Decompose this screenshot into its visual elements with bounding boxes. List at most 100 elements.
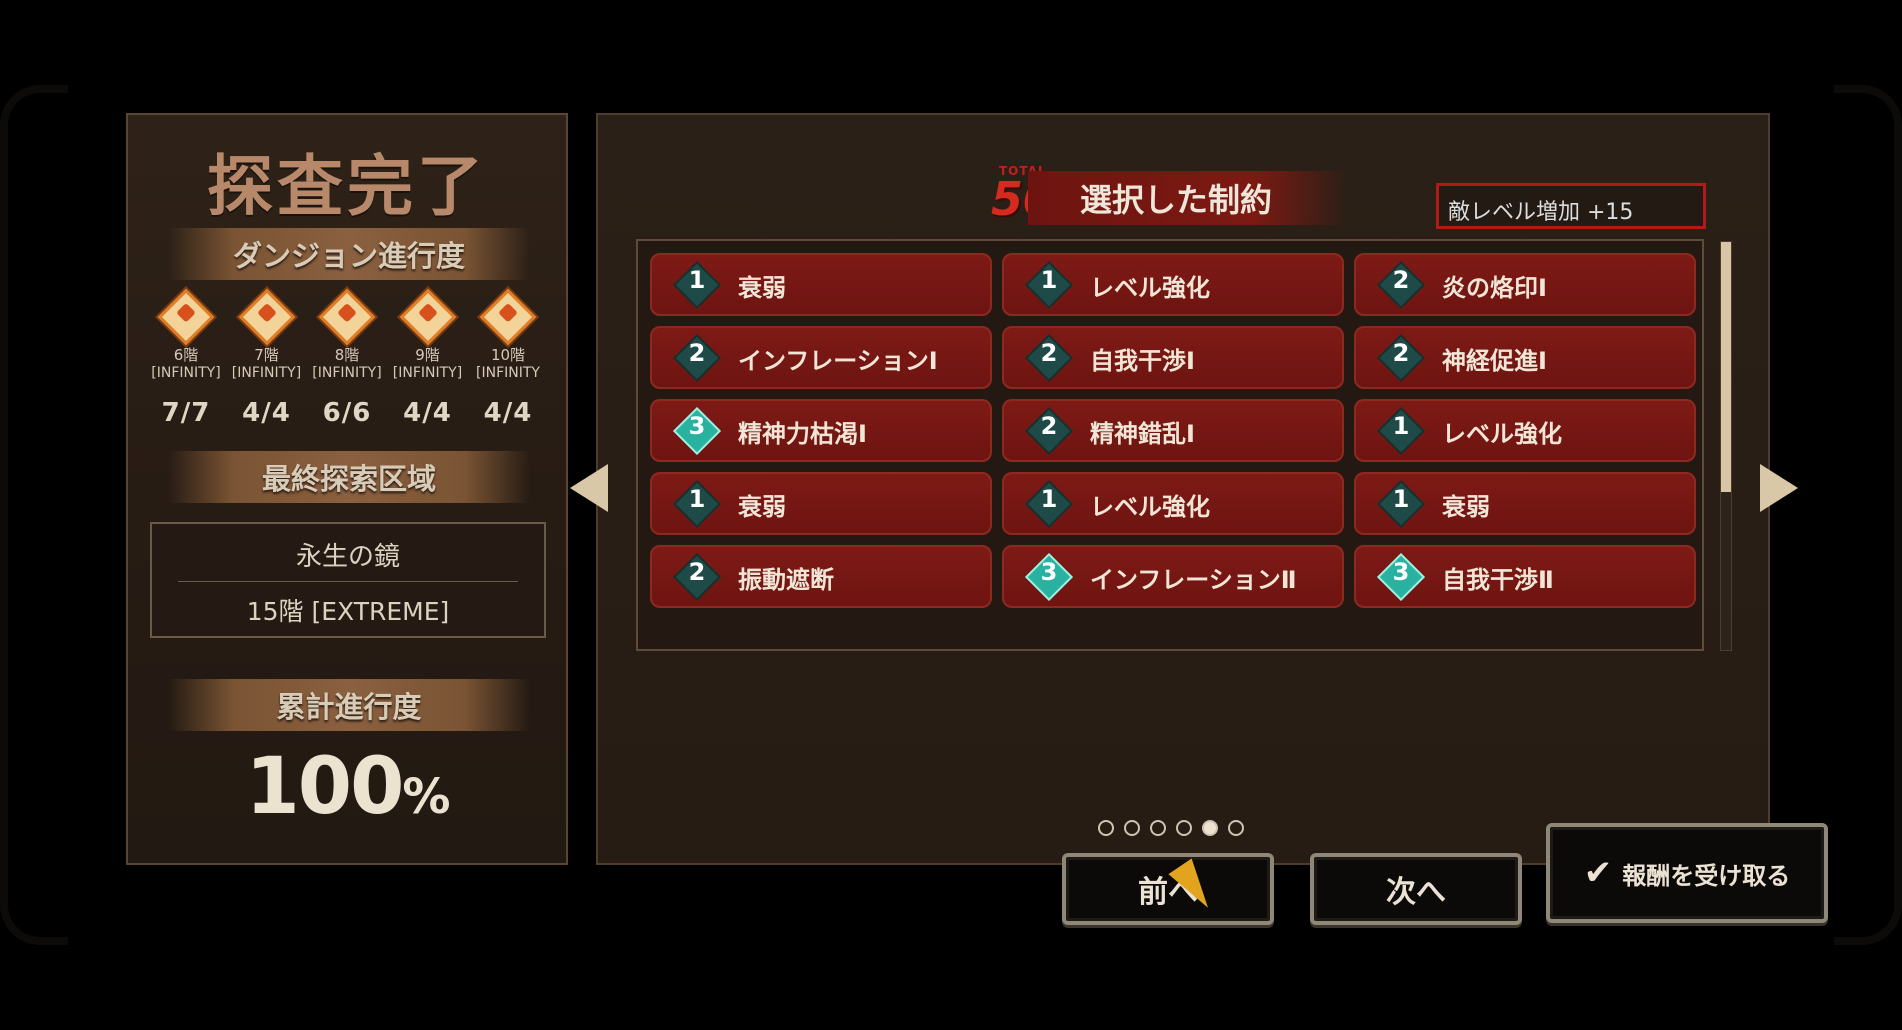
restriction-item[interactable]: 2 インフレーションⅠ: [650, 326, 992, 389]
floor-count: 4/4: [483, 398, 533, 428]
restriction-label: 精神力枯渇Ⅰ: [738, 420, 867, 448]
page-dot[interactable]: [1098, 820, 1114, 836]
floor-difficulty: [INFINITY: [476, 365, 540, 381]
restriction-item[interactable]: 2 炎の烙印Ⅰ: [1354, 253, 1696, 316]
restriction-item[interactable]: 3 精神力枯渇Ⅰ: [650, 399, 992, 462]
restriction-item[interactable]: 1 衰弱: [650, 253, 992, 316]
floor-difficulty: [INFINITY]: [231, 365, 302, 381]
page-dot[interactable]: [1202, 820, 1218, 836]
floor-progress-list: 6階 [INFINITY] 7/7 7階 [INFINITY] 4/4 8階 […: [146, 288, 548, 428]
restriction-level: 2: [688, 558, 706, 586]
restriction-label: インフレーションⅡ: [1090, 566, 1297, 594]
restriction-level: 1: [1040, 485, 1058, 513]
floor-emblem-icon: [157, 288, 215, 346]
final-area-box: 永生の鏡 15階 [EXTREME]: [150, 522, 546, 638]
restriction-item[interactable]: 1 レベル強化: [1354, 399, 1696, 462]
final-area-banner: 最終探索区域: [168, 451, 530, 503]
dungeon-progress-banner: ダンジョン進行度: [168, 228, 530, 280]
next-page-arrow-icon[interactable]: [1760, 464, 1798, 512]
next-button[interactable]: 次へ: [1310, 853, 1522, 925]
restriction-item[interactable]: 1 衰弱: [650, 472, 992, 535]
enemy-level-bonus: 敵レベル増加 +15: [1436, 183, 1706, 229]
page-dot[interactable]: [1176, 820, 1192, 836]
scrollbar-thumb[interactable]: [1721, 242, 1731, 492]
floor-name: 8階: [334, 346, 360, 364]
exploration-summary-panel: 探査完了 ダンジョン進行度 6階 [INFINITY] 7/7 7階 [INFI…: [126, 113, 568, 865]
claim-reward-button[interactable]: ✔ 報酬を受け取る: [1546, 823, 1828, 923]
page-title: 探査完了: [207, 147, 487, 225]
page-dot[interactable]: [1124, 820, 1140, 836]
restriction-item[interactable]: 2 自我干渉Ⅰ: [1002, 326, 1344, 389]
divider: [178, 581, 518, 582]
restriction-label: 自我干渉Ⅱ: [1442, 566, 1554, 594]
restriction-label: 衰弱: [738, 493, 786, 521]
restriction-level: 1: [1392, 485, 1410, 513]
floor-emblem-icon: [318, 288, 376, 346]
page-indicator: [1098, 820, 1244, 836]
restriction-item[interactable]: 3 自我干渉Ⅱ: [1354, 545, 1696, 608]
restriction-item[interactable]: 2 神経促進Ⅰ: [1354, 326, 1696, 389]
total-progress-banner: 累計進行度: [168, 679, 530, 731]
restriction-item[interactable]: 2 精神錯乱Ⅰ: [1002, 399, 1344, 462]
previous-page-arrow-icon[interactable]: [570, 464, 608, 512]
frame-right-decoration: [1834, 85, 1902, 945]
prev-button[interactable]: 前へ: [1062, 853, 1274, 925]
restriction-scrollbar[interactable]: [1720, 241, 1732, 651]
floor-emblem-icon: [238, 288, 295, 346]
floor-count: 7/7: [161, 398, 211, 428]
restrictions-title: 選択した制約: [1080, 181, 1273, 219]
restriction-label: レベル強化: [1090, 274, 1210, 302]
restriction-label: レベル強化: [1442, 420, 1562, 448]
restriction-label: インフレーションⅠ: [738, 347, 938, 375]
restriction-level: 3: [1392, 558, 1410, 586]
restriction-label: 精神錯乱Ⅰ: [1090, 420, 1195, 448]
restriction-label: 衰弱: [738, 274, 786, 302]
restriction-item[interactable]: 3 インフレーションⅡ: [1002, 545, 1344, 608]
restrictions-panel: TOTAL 50 選択した制約 敵レベル増加 +15 1 衰弱 1 レベル強化 2 炎の烙…: [596, 113, 1770, 865]
restriction-level: 1: [1392, 412, 1410, 440]
floor-count: 6/6: [322, 398, 372, 428]
final-area-floor: 15階 [EXTREME]: [246, 597, 450, 626]
floor-difficulty: [INFINITY]: [312, 365, 382, 381]
floor-item: 6階 [INFINITY] 7/7: [146, 288, 226, 428]
total-progress-value: 100%: [128, 742, 566, 832]
restriction-level: 1: [688, 266, 706, 294]
frame-left-decoration: [0, 85, 68, 945]
floor-item: 9階 [INFINITY] 4/4: [388, 288, 468, 428]
floor-name: 10階: [490, 346, 526, 364]
restriction-level: 2: [1040, 412, 1058, 440]
floor-item: 8階 [INFINITY] 6/6: [307, 288, 387, 428]
floor-name: 9階: [415, 346, 440, 364]
floor-count: 4/4: [403, 398, 452, 428]
floor-item: 7階 [INFINITY] 4/4: [227, 288, 307, 428]
restriction-label: 振動遮断: [738, 566, 834, 594]
restriction-label: 神経促進Ⅰ: [1442, 347, 1547, 375]
restriction-item[interactable]: 1 レベル強化: [1002, 253, 1344, 316]
restriction-level: 2: [1040, 339, 1058, 367]
restriction-level: 1: [688, 485, 706, 513]
restriction-list[interactable]: 1 衰弱 1 レベル強化 2 炎の烙印Ⅰ 2 インフレーションⅠ 2 自我干渉Ⅰ 2 神経促進Ⅰ 3 精神…: [636, 239, 1704, 651]
restriction-grid: 1 衰弱 1 レベル強化 2 炎の烙印Ⅰ 2 インフレーションⅠ 2 自我干渉Ⅰ 2 神経促進Ⅰ 3 精神…: [650, 253, 1696, 608]
floor-emblem-icon: [479, 288, 537, 346]
restriction-item[interactable]: 1 衰弱: [1354, 472, 1696, 535]
claim-reward-label: 報酬を受け取る: [1622, 861, 1791, 890]
floor-name: 7階: [254, 346, 279, 364]
restriction-level: 2: [1392, 266, 1410, 294]
restriction-level: 2: [688, 339, 706, 367]
checkmark-icon: ✔: [1583, 853, 1613, 893]
restriction-level: 3: [688, 412, 706, 440]
total-progress-number: 100: [245, 742, 405, 832]
restriction-level: 3: [1040, 558, 1058, 586]
page-dot[interactable]: [1228, 820, 1244, 836]
restriction-label: 炎の烙印Ⅰ: [1442, 274, 1547, 302]
restriction-label: 衰弱: [1442, 493, 1490, 521]
restriction-label: レベル強化: [1090, 493, 1210, 521]
floor-difficulty: [INFINITY]: [392, 365, 463, 381]
page-dot[interactable]: [1150, 820, 1166, 836]
restriction-item[interactable]: 1 レベル強化: [1002, 472, 1344, 535]
total-progress-unit: %: [402, 769, 450, 825]
restriction-level: 1: [1040, 266, 1058, 294]
restriction-label: 自我干渉Ⅰ: [1090, 347, 1195, 375]
floor-count: 4/4: [242, 398, 291, 428]
restriction-item[interactable]: 2 振動遮断: [650, 545, 992, 608]
